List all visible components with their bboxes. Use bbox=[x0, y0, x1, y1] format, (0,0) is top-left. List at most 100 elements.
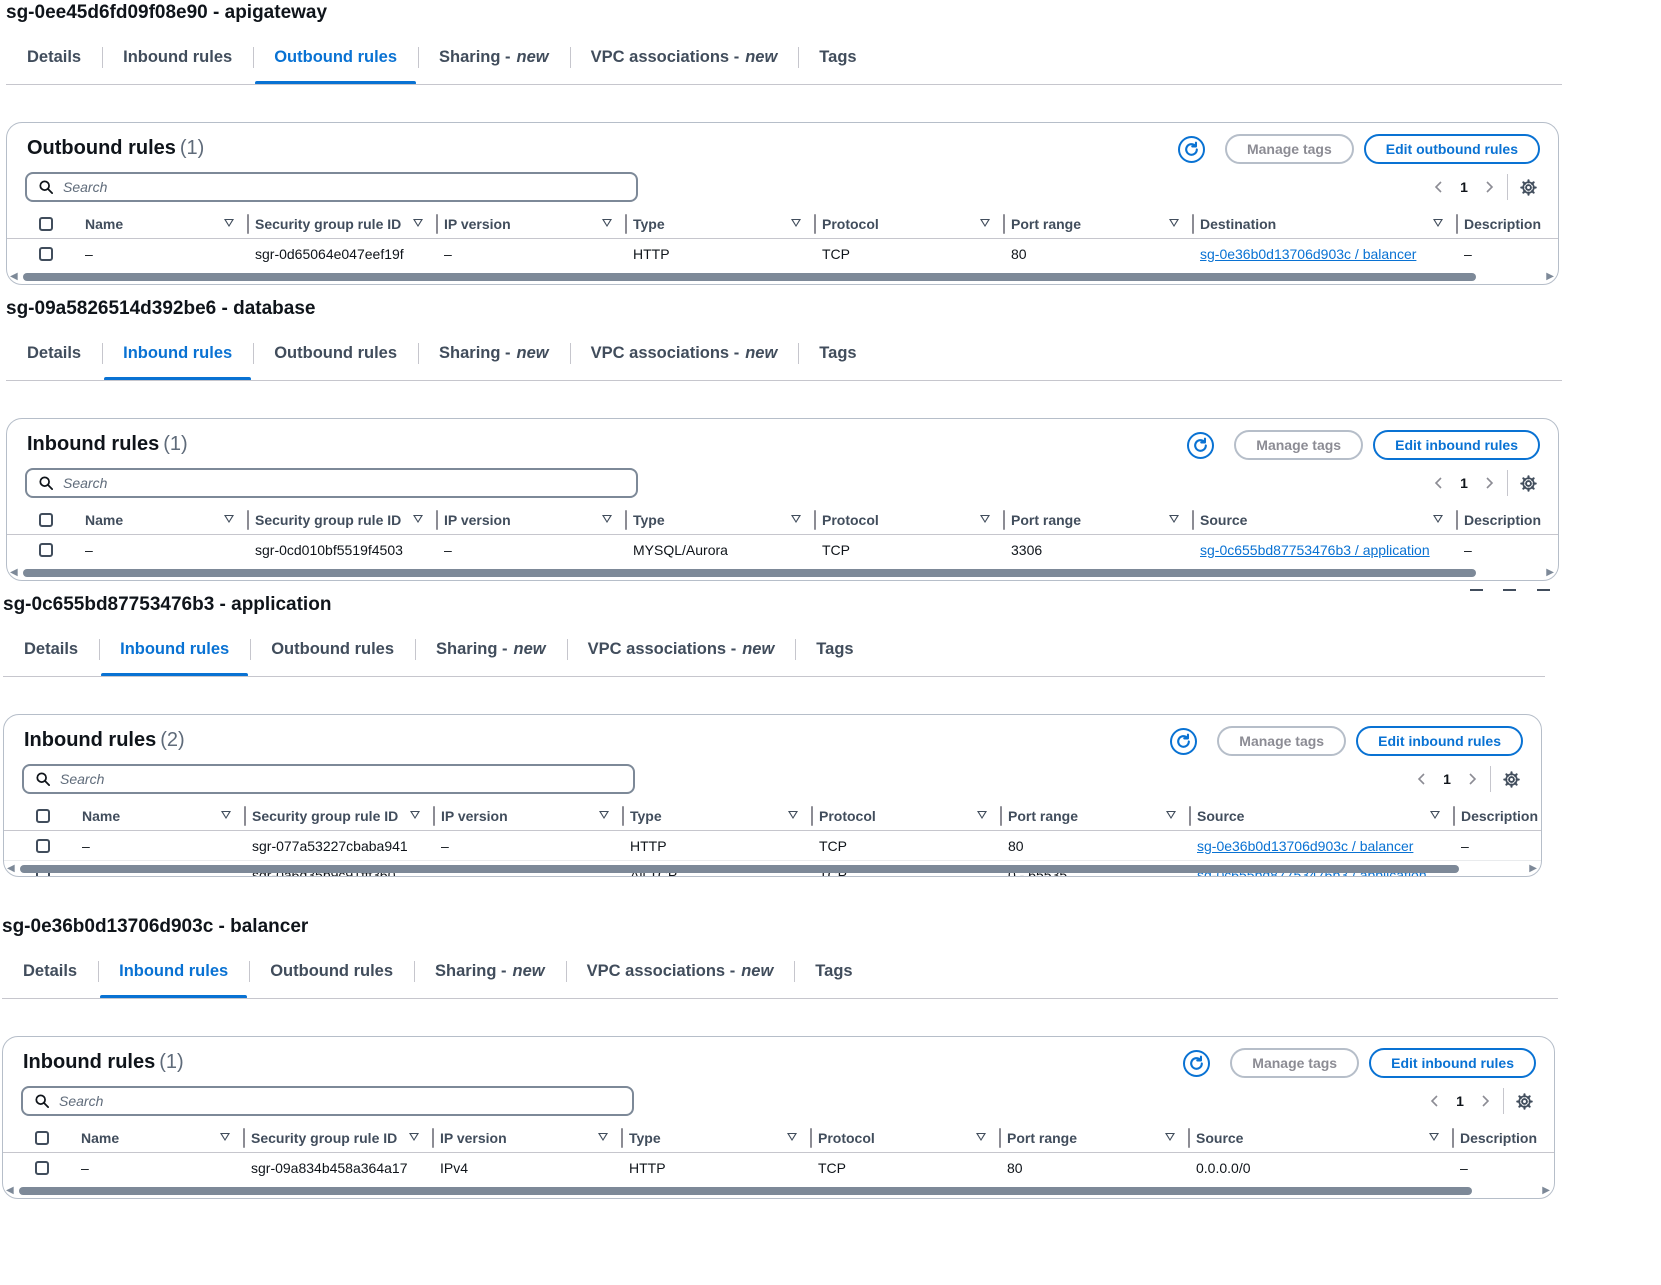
manage-tags-button[interactable]: Manage tags bbox=[1230, 1048, 1360, 1078]
tab-vpc-associations[interactable]: VPC associations - new bbox=[569, 38, 799, 76]
column-header-description[interactable]: Description bbox=[1455, 802, 1541, 830]
column-header-type[interactable]: Type bbox=[624, 802, 813, 830]
table-row[interactable]: – sgr-077a53227cbaba941 – HTTP TCP 80 sg-0e36b… bbox=[4, 831, 1541, 861]
scrollbar-thumb[interactable] bbox=[20, 865, 1459, 873]
sort-icon[interactable] bbox=[602, 515, 612, 523]
column-header-name[interactable]: Name bbox=[79, 210, 249, 238]
cell-peer[interactable]: sg-0e36b0d13706d903c / balancer bbox=[1197, 831, 1413, 860]
scroll-left-icon[interactable]: ◀ bbox=[7, 863, 15, 874]
tab-outbound[interactable]: Outbound rules bbox=[253, 334, 418, 372]
tab-inbound[interactable]: Inbound rules bbox=[102, 38, 253, 76]
horizontal-scrollbar[interactable]: ◀ ▶ bbox=[7, 566, 1558, 580]
table-row[interactable]: – sgr-0d65064e047eef19f – HTTP TCP 80 sg-0e36b… bbox=[7, 239, 1558, 268]
search-field[interactable] bbox=[25, 172, 638, 202]
column-header-port-range[interactable]: Port range bbox=[1005, 210, 1194, 238]
manage-tags-button[interactable]: Manage tags bbox=[1234, 430, 1364, 460]
search-field[interactable] bbox=[21, 1086, 634, 1116]
sort-icon[interactable] bbox=[1169, 515, 1179, 523]
sort-icon[interactable] bbox=[1429, 1133, 1439, 1141]
sort-icon[interactable] bbox=[976, 1133, 986, 1141]
column-header-ip-version[interactable]: IP version bbox=[438, 506, 627, 534]
scroll-left-icon[interactable]: ◀ bbox=[10, 271, 18, 282]
column-header-ip-version[interactable]: IP version bbox=[434, 1124, 623, 1152]
scroll-right-icon[interactable]: ▶ bbox=[1546, 271, 1554, 282]
sort-icon[interactable] bbox=[980, 219, 990, 227]
chevron-left-icon[interactable] bbox=[1429, 180, 1449, 194]
sort-icon[interactable] bbox=[1169, 219, 1179, 227]
refresh-button[interactable] bbox=[1177, 135, 1205, 163]
column-header-rule-id[interactable]: Security group rule ID bbox=[246, 802, 435, 830]
column-header-description[interactable]: Description bbox=[1458, 506, 1558, 534]
row-checkbox[interactable] bbox=[35, 1161, 49, 1175]
sort-icon[interactable] bbox=[410, 811, 420, 819]
security-group-link[interactable]: sg-0e36b0d13706d903c / balancer bbox=[1197, 838, 1413, 854]
security-group-link[interactable]: sg-0c655bd87753476b3 / application bbox=[1200, 542, 1430, 558]
tab-details[interactable]: Details bbox=[6, 38, 102, 76]
tab-vpc-associations[interactable]: VPC associations - new bbox=[565, 952, 795, 990]
column-header-rule-id[interactable]: Security group rule ID bbox=[249, 210, 438, 238]
horizontal-scrollbar[interactable]: ◀ ▶ bbox=[7, 270, 1558, 284]
sort-icon[interactable] bbox=[1166, 811, 1176, 819]
tab-vpc-associations[interactable]: VPC associations - new bbox=[566, 630, 796, 668]
gear-icon[interactable] bbox=[1518, 177, 1538, 197]
sort-icon[interactable] bbox=[221, 811, 231, 819]
scroll-right-icon[interactable]: ▶ bbox=[1546, 567, 1554, 578]
page-number[interactable]: 1 bbox=[1445, 1093, 1475, 1109]
sort-icon[interactable] bbox=[220, 1133, 230, 1141]
sort-icon[interactable] bbox=[977, 811, 987, 819]
gear-icon[interactable] bbox=[1518, 473, 1538, 493]
sort-icon[interactable] bbox=[602, 219, 612, 227]
tab-outbound[interactable]: Outbound rules bbox=[253, 38, 418, 85]
search-input[interactable] bbox=[61, 474, 565, 492]
refresh-button[interactable] bbox=[1170, 727, 1198, 755]
sort-icon[interactable] bbox=[598, 1133, 608, 1141]
column-header-peer[interactable]: Source bbox=[1190, 1124, 1454, 1152]
select-all-checkbox[interactable] bbox=[39, 513, 53, 527]
column-header-protocol[interactable]: Protocol bbox=[812, 1124, 1001, 1152]
tab-inbound[interactable]: Inbound rules bbox=[99, 630, 250, 677]
column-header-name[interactable]: Name bbox=[75, 1124, 245, 1152]
search-input[interactable] bbox=[58, 770, 562, 788]
sort-icon[interactable] bbox=[599, 811, 609, 819]
tab-tags[interactable]: Tags bbox=[798, 38, 877, 76]
edit-rules-button[interactable]: Edit inbound rules bbox=[1373, 430, 1540, 460]
row-checkbox[interactable] bbox=[39, 543, 53, 557]
tab-tags[interactable]: Tags bbox=[795, 630, 874, 668]
column-header-port-range[interactable]: Port range bbox=[1001, 1124, 1190, 1152]
scrollbar-thumb[interactable] bbox=[23, 569, 1476, 577]
tab-vpc-associations[interactable]: VPC associations - new bbox=[569, 334, 799, 372]
sort-icon[interactable] bbox=[409, 1133, 419, 1141]
column-header-type[interactable]: Type bbox=[627, 506, 816, 534]
tab-details[interactable]: Details bbox=[2, 952, 98, 990]
sort-icon[interactable] bbox=[980, 515, 990, 523]
scroll-right-icon[interactable]: ▶ bbox=[1529, 863, 1537, 874]
scrollbar-thumb[interactable] bbox=[23, 273, 1476, 281]
column-header-peer[interactable]: Source bbox=[1194, 506, 1458, 534]
sort-icon[interactable] bbox=[224, 219, 234, 227]
horizontal-scrollbar[interactable]: ◀ ▶ bbox=[4, 862, 1541, 876]
search-input[interactable] bbox=[57, 1092, 561, 1110]
scroll-left-icon[interactable]: ◀ bbox=[6, 1185, 14, 1196]
tab-outbound[interactable]: Outbound rules bbox=[249, 952, 414, 990]
sort-icon[interactable] bbox=[224, 515, 234, 523]
column-header-type[interactable]: Type bbox=[627, 210, 816, 238]
tab-inbound[interactable]: Inbound rules bbox=[102, 334, 253, 381]
column-header-rule-id[interactable]: Security group rule ID bbox=[245, 1124, 434, 1152]
tab-sharing[interactable]: Sharing - new bbox=[418, 334, 570, 372]
column-header-type[interactable]: Type bbox=[623, 1124, 812, 1152]
column-header-ip-version[interactable]: IP version bbox=[435, 802, 624, 830]
row-checkbox[interactable] bbox=[36, 839, 50, 853]
chevron-right-icon[interactable] bbox=[1479, 476, 1499, 490]
page-number[interactable]: 1 bbox=[1432, 771, 1462, 787]
table-row[interactable]: – sgr-0cd010bf5519f4503 – MYSQL/Aurora TCP 33… bbox=[7, 535, 1558, 564]
scroll-left-icon[interactable]: ◀ bbox=[10, 567, 18, 578]
manage-tags-button[interactable]: Manage tags bbox=[1217, 726, 1347, 756]
tab-sharing[interactable]: Sharing - new bbox=[415, 630, 567, 668]
column-header-rule-id[interactable]: Security group rule ID bbox=[249, 506, 438, 534]
sort-icon[interactable] bbox=[413, 515, 423, 523]
sort-icon[interactable] bbox=[1433, 219, 1443, 227]
chevron-left-icon[interactable] bbox=[1412, 772, 1432, 786]
gear-icon[interactable] bbox=[1501, 769, 1521, 789]
column-header-port-range[interactable]: Port range bbox=[1005, 506, 1194, 534]
tab-sharing[interactable]: Sharing - new bbox=[418, 38, 570, 76]
